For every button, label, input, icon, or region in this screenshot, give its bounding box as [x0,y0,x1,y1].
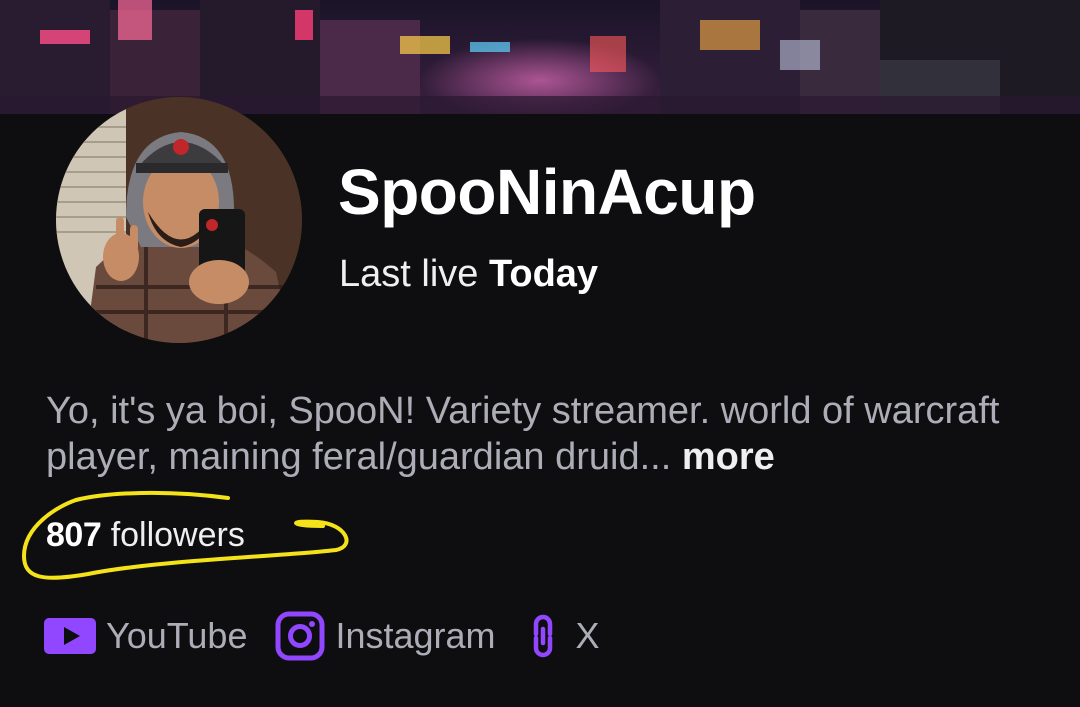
youtube-icon [44,618,96,654]
last-live-label: Last live [339,253,479,295]
link-icon [530,614,556,658]
instagram-icon [275,611,325,661]
city-street-banner-image [0,0,1080,114]
social-links: YouTube Instagram X [44,608,628,664]
social-link-instagram[interactable]: Instagram [275,611,496,661]
social-label-x: X [575,615,600,656]
social-label-youtube: YouTube [106,615,248,656]
channel-name: SpooNinAcup [338,156,756,228]
social-label-instagram: Instagram [335,615,496,656]
channel-bio: Yo, it's ya boi, SpooN! Variety streamer… [46,388,1036,480]
followers-count[interactable]: 807 followers [46,516,245,555]
channel-avatar[interactable] [56,97,302,343]
bio-more-link[interactable]: more [682,436,775,478]
followers-number: 807 [46,516,102,554]
channel-banner [0,0,1080,114]
followers-label: followers [110,516,245,554]
bio-text: Yo, it's ya boi, SpooN! Variety streamer… [46,390,1000,478]
social-link-youtube[interactable]: YouTube [44,615,247,657]
social-link-x[interactable]: X [524,614,600,658]
last-live-value: Today [488,253,599,295]
avatar-photo [56,97,302,343]
last-live-status: Last live Today [339,253,599,296]
